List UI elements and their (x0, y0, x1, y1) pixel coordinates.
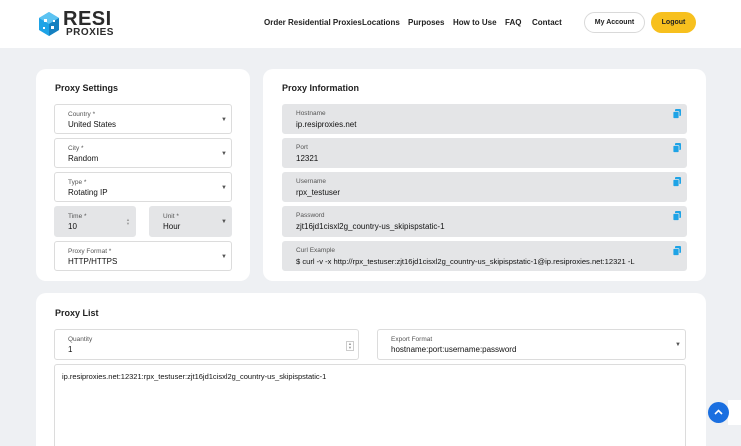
proxy-list-output[interactable]: ip.resiproxies.net:12321:rpx_testuser:zj… (54, 364, 686, 446)
unit-label: Unit * (163, 213, 179, 220)
country-label: Country * (68, 111, 96, 118)
export-format-select[interactable]: Export Format hostname:port:username:pas… (377, 329, 686, 360)
proxy-settings-card: Proxy Settings Country * United States ▼… (36, 69, 250, 281)
copy-icon[interactable] (673, 177, 681, 187)
logout-button[interactable]: Logout (651, 12, 696, 33)
username-value: rpx_testuser (296, 188, 341, 197)
country-select[interactable]: Country * United States ▼ (54, 104, 232, 134)
proxy-list-title: Proxy List (55, 308, 99, 318)
proxy-format-value: HTTP/HTTPS (68, 257, 118, 266)
logo-wordmark: RESI (63, 8, 112, 30)
password-value: zjt16jd1cisxl2g_country-us_skipispstatic… (296, 222, 445, 231)
scroll-edge-panel (728, 400, 741, 425)
export-format-label: Export Format (391, 336, 433, 343)
unit-value: Hour (163, 222, 181, 231)
nav-faq[interactable]: FAQ (505, 18, 521, 27)
country-value: United States (68, 120, 117, 129)
type-select[interactable]: Type * Rotating IP ▼ (54, 172, 232, 202)
password-label: Password (296, 212, 325, 219)
quantity-label: Quantity (68, 336, 93, 343)
city-select[interactable]: City * Random ▼ (54, 138, 232, 168)
copy-icon[interactable] (673, 143, 681, 153)
curl-example-value: $ curl -v -x http://rpx_testuser:zjt16jd… (296, 257, 635, 266)
my-account-button[interactable]: My Account (584, 12, 645, 33)
nav-contact[interactable]: Contact (532, 18, 562, 27)
hostname-label: Hostname (296, 110, 326, 117)
time-label: Time * (68, 213, 87, 220)
export-format-value: hostname:port:username:password (391, 345, 517, 354)
nav-locations[interactable]: Locations (362, 18, 400, 27)
port-field[interactable]: Port 12321 (282, 138, 687, 168)
copy-icon[interactable] (673, 109, 681, 119)
hostname-field[interactable]: Hostname ip.resiproxies.net (282, 104, 687, 134)
time-value: 10 (68, 222, 77, 231)
hostname-value: ip.resiproxies.net (296, 120, 357, 129)
proxy-list-card: Proxy List Quantity 1 ▲ ▼ Export Format h… (36, 293, 706, 446)
type-label: Type * (68, 179, 87, 186)
proxy-settings-title: Proxy Settings (55, 83, 119, 93)
quantity-input[interactable]: Quantity 1 ▲ ▼ (54, 329, 359, 360)
unit-select[interactable]: Unit * Hour ▼ (149, 206, 232, 237)
city-label: City * (68, 145, 84, 152)
type-value: Rotating IP (68, 188, 108, 197)
chevron-down-icon: ▼ (221, 254, 227, 260)
port-value: 12321 (296, 154, 319, 163)
curl-example-label: Curl Example (296, 247, 336, 254)
chevron-down-icon: ▼ (221, 151, 227, 157)
proxy-information-title: Proxy Information (282, 83, 360, 93)
username-field[interactable]: Username rpx_testuser (282, 172, 687, 202)
nav-purposes[interactable]: Purposes (408, 18, 444, 27)
city-value: Random (68, 154, 99, 163)
chevron-down-icon: ▼ (221, 185, 227, 191)
logo-cube-icon (39, 12, 59, 36)
nav-how-to-use[interactable]: How to Use (453, 18, 497, 27)
port-label: Port (296, 144, 308, 151)
proxy-format-label: Proxy Format * (68, 248, 112, 255)
chevron-down-icon: ▼ (221, 219, 227, 225)
time-input[interactable]: Time * 10 ▲ ▼ (54, 206, 136, 237)
proxy-format-select[interactable]: Proxy Format * HTTP/HTTPS ▼ (54, 241, 232, 271)
logo-subtitle: PROXIES (66, 27, 114, 38)
chevron-down-icon: ▼ (221, 117, 227, 123)
top-navbar: RESI PROXIES Order Residential Proxies L… (0, 0, 741, 48)
copy-icon[interactable] (673, 246, 681, 256)
resi-proxies-logo[interactable]: RESI PROXIES (35, 8, 125, 40)
curl-example-field[interactable]: Curl Example $ curl -v -x http://rpx_tes… (282, 241, 687, 271)
chevron-down-icon: ▼ (675, 342, 681, 348)
chevron-up-icon (714, 409, 723, 415)
nav-order-residential-proxies[interactable]: Order Residential Proxies (264, 18, 362, 27)
proxy-information-card: Proxy Information Hostname ip.resiproxie… (263, 69, 706, 281)
quantity-value: 1 (68, 345, 73, 354)
password-field[interactable]: Password zjt16jd1cisxl2g_country-us_skip… (282, 206, 687, 237)
username-label: Username (296, 178, 326, 185)
proxy-list-text: ip.resiproxies.net:12321:rpx_testuser:zj… (62, 372, 327, 381)
stepper-icon[interactable]: ▲ ▼ (346, 341, 354, 351)
stepper-icon[interactable]: ▲ ▼ (125, 218, 131, 226)
scroll-to-top-button[interactable] (708, 402, 729, 423)
copy-icon[interactable] (673, 211, 681, 221)
